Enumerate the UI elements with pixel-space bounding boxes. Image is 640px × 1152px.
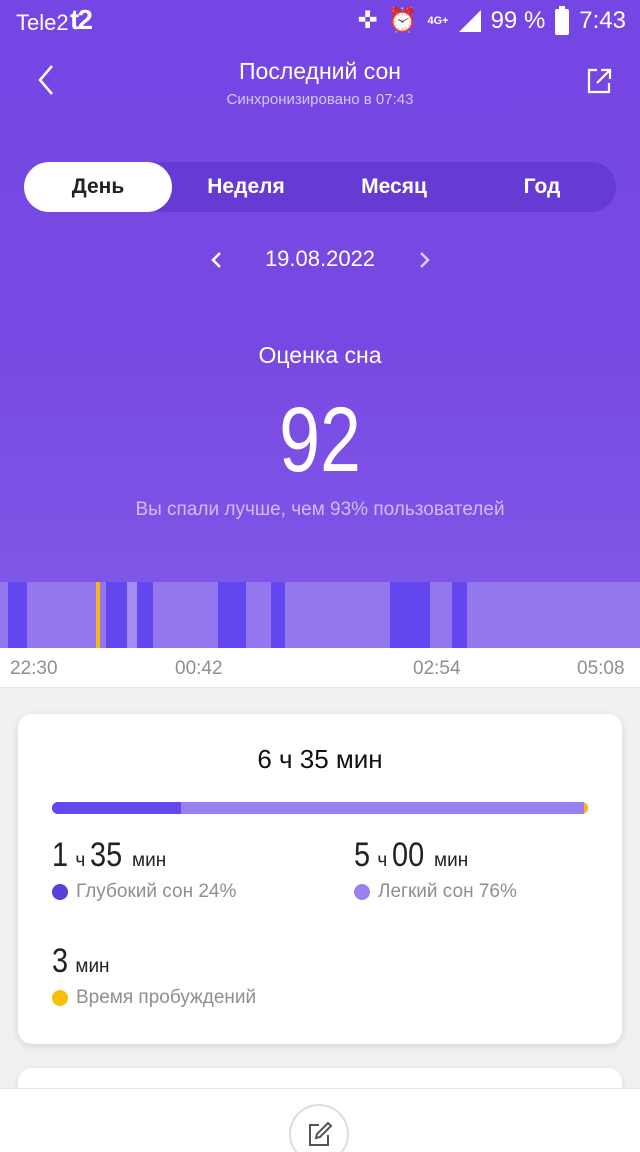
tab-day[interactable]: День [24, 162, 172, 212]
minute-unit: мин [434, 850, 469, 871]
light-sleep-label: Легкий сон 76% [378, 881, 517, 902]
minute-unit: мин [75, 956, 110, 977]
selected-date: 19.08.2022 [264, 246, 376, 271]
awake-stat: 3 мин Время пробуждений [52, 942, 256, 1009]
carrier-logo: t2 [70, 4, 93, 35]
light-sleep-dot [354, 884, 370, 900]
header-background [0, 0, 640, 582]
light-sleep-segment [127, 582, 137, 648]
hour-unit: ч [75, 850, 86, 871]
signal-icon [458, 10, 481, 32]
total-sleep-duration: 6 ч 35 мин [257, 744, 383, 774]
alarm-icon: ⏰ [387, 7, 418, 34]
time-axis: 22:30 00:42 02:54 05:08 [0, 648, 640, 688]
light-minutes: 00 [391, 836, 424, 874]
score-description: Вы спали лучше, чем 93% пользователей [135, 499, 505, 520]
awake-segment [96, 582, 100, 648]
deep-sleep-segment [8, 582, 27, 648]
minute-unit: мин [132, 850, 167, 871]
sync-status: Синхронизировано в 07:43 [226, 91, 414, 108]
deep-sleep-stat: 1 ч 35 мин Глубокий сон 24% [52, 836, 236, 903]
awake-label: Время пробуждений [76, 987, 257, 1008]
deep-sleep-segment [137, 582, 153, 648]
time-tick: 22:30 [10, 658, 58, 679]
light-sleep-stat: 5 ч 00 мин Легкий сон 76% [354, 836, 517, 903]
sleep-score: 92 [279, 389, 361, 491]
deep-sleep-segment [271, 582, 285, 648]
tab-week[interactable]: Неделя [172, 162, 320, 212]
light-hours: 5 [354, 836, 371, 874]
deep-minutes: 35 [89, 836, 122, 874]
chevron-left-icon[interactable] [34, 60, 64, 104]
time-tick: 00:42 [175, 658, 223, 679]
deep-sleep-segment [452, 582, 467, 648]
deep-sleep-segment [218, 582, 246, 648]
time-tick: 05:08 [577, 658, 625, 679]
deep-sleep-segment [106, 582, 127, 648]
tab-month[interactable]: Месяц [320, 162, 468, 212]
deep-sleep-segment [390, 582, 430, 648]
network-type: 4G+ [427, 15, 449, 27]
carrier-name: Tele2 [16, 10, 69, 35]
clock: 7:43 [579, 7, 626, 34]
period-tabs: День Неделя Месяц Год [24, 162, 616, 212]
deep-sleep-bar [52, 802, 181, 814]
chevron-left-icon[interactable] [205, 244, 229, 276]
tab-year[interactable]: Год [468, 162, 616, 212]
cross-icon: ✜ [357, 7, 378, 34]
page-title: Последний сон [239, 58, 401, 84]
share-icon[interactable] [584, 66, 614, 96]
sleep-ratio-bar [52, 802, 588, 814]
deep-hours: 1 [52, 836, 69, 874]
deep-sleep-dot [52, 884, 68, 900]
status-bar: Tele2 t2 ✜ ⏰ 4G+ 99 % 7:43 [0, 0, 640, 44]
battery-icon [555, 6, 570, 35]
date-selector: 19.08.2022 [0, 240, 640, 280]
hour-unit: ч [377, 850, 388, 871]
deep-sleep-label: Глубокий сон 24% [76, 881, 237, 902]
battery-percent: 99 % [490, 7, 546, 34]
awake-bar [584, 802, 588, 814]
chevron-right-icon[interactable] [412, 244, 436, 276]
score-label: Оценка сна [258, 342, 382, 368]
sleep-timeline[interactable] [0, 582, 640, 648]
sleep-summary-card: 6 ч 35 мин 1 ч 35 мин Глубокий сон 24% 5… [18, 714, 622, 1044]
awake-dot [52, 990, 68, 1006]
time-tick: 02:54 [413, 658, 461, 679]
light-sleep-bar [180, 802, 588, 814]
awake-minutes: 3 [52, 942, 69, 980]
